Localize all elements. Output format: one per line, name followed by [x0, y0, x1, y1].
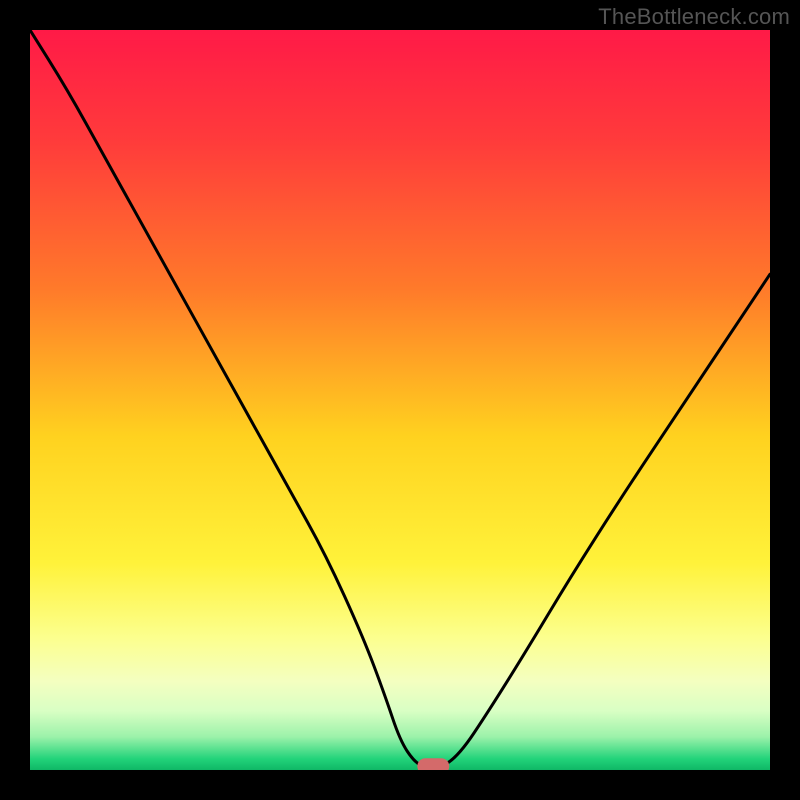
optimal-marker	[417, 758, 449, 770]
watermark-text: TheBottleneck.com	[598, 4, 790, 30]
gradient-background	[30, 30, 770, 770]
chart-svg	[30, 30, 770, 770]
plot-area	[30, 30, 770, 770]
chart-frame: TheBottleneck.com	[0, 0, 800, 800]
